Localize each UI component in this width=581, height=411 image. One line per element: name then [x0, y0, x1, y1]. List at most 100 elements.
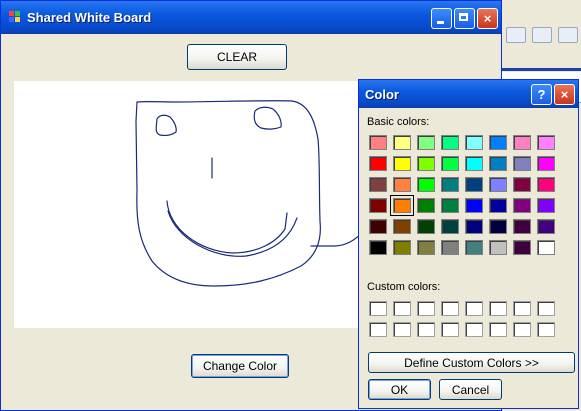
background-toolbar — [506, 20, 581, 50]
custom-color-swatch[interactable] — [369, 322, 387, 337]
custom-color-swatch[interactable] — [537, 301, 555, 316]
define-custom-colors-button[interactable]: Define Custom Colors >> — [368, 352, 575, 373]
basic-color-swatch[interactable] — [465, 135, 483, 150]
basic-color-swatch[interactable] — [513, 177, 531, 192]
basic-colors-grid — [369, 135, 555, 255]
basic-colors-label: Basic colors: — [367, 116, 430, 128]
basic-color-swatch[interactable] — [513, 135, 531, 150]
background-divider — [500, 68, 581, 71]
custom-color-swatch[interactable] — [393, 322, 411, 337]
basic-color-swatch[interactable] — [465, 177, 483, 192]
custom-color-swatch[interactable] — [441, 322, 459, 337]
basic-color-swatch[interactable] — [537, 219, 555, 234]
basic-color-swatch[interactable] — [441, 198, 459, 213]
basic-color-swatch[interactable] — [369, 177, 387, 192]
basic-color-swatch[interactable] — [369, 198, 387, 213]
help-icon: ? — [537, 87, 546, 102]
basic-color-swatch[interactable] — [489, 198, 507, 213]
basic-color-swatch[interactable] — [489, 135, 507, 150]
dialog-titlebar[interactable]: Color ? × — [359, 80, 578, 108]
close-button[interactable]: × — [477, 8, 498, 29]
help-button[interactable]: ? — [531, 84, 552, 105]
basic-color-swatch[interactable] — [465, 198, 483, 213]
right-eye-stroke — [253, 106, 282, 130]
toolbar-icon — [506, 27, 526, 43]
custom-color-swatch[interactable] — [369, 301, 387, 316]
basic-color-swatch[interactable] — [465, 219, 483, 234]
basic-color-swatch[interactable] — [369, 219, 387, 234]
basic-color-swatch[interactable] — [393, 135, 411, 150]
custom-colors-grid — [369, 301, 555, 337]
clear-button[interactable]: CLEAR — [187, 44, 287, 70]
left-eye-stroke — [155, 114, 177, 136]
custom-color-swatch[interactable] — [417, 322, 435, 337]
custom-color-swatch[interactable] — [465, 322, 483, 337]
mouth-outer-stroke — [166, 200, 288, 254]
basic-color-swatch[interactable] — [513, 198, 531, 213]
face-outline-stroke — [135, 100, 321, 287]
custom-color-swatch[interactable] — [513, 301, 531, 316]
drawing-canvas[interactable] — [14, 81, 365, 328]
basic-color-swatch[interactable] — [489, 240, 507, 255]
cancel-button[interactable]: Cancel — [439, 379, 502, 400]
maximize-button[interactable] — [454, 8, 475, 29]
custom-color-swatch[interactable] — [489, 322, 507, 337]
basic-color-swatch[interactable] — [417, 198, 435, 213]
minimize-icon — [432, 9, 451, 28]
basic-color-swatch[interactable] — [393, 156, 411, 171]
basic-color-swatch[interactable] — [441, 219, 459, 234]
close-icon: × — [560, 87, 569, 102]
basic-color-swatch[interactable] — [441, 240, 459, 255]
basic-color-swatch[interactable] — [537, 156, 555, 171]
custom-color-swatch[interactable] — [417, 301, 435, 316]
basic-color-swatch[interactable] — [393, 219, 411, 234]
toolbar-icon — [558, 27, 578, 43]
basic-color-swatch[interactable] — [513, 240, 531, 255]
custom-color-swatch[interactable] — [393, 301, 411, 316]
basic-color-swatch[interactable] — [441, 156, 459, 171]
basic-color-swatch[interactable] — [417, 156, 435, 171]
minimize-button[interactable] — [431, 8, 452, 29]
basic-color-swatch[interactable] — [390, 195, 414, 216]
custom-color-swatch[interactable] — [489, 301, 507, 316]
custom-color-swatch[interactable] — [465, 301, 483, 316]
custom-color-swatch[interactable] — [513, 322, 531, 337]
window-titlebar[interactable]: Shared White Board × — [1, 1, 501, 34]
basic-color-swatch[interactable] — [369, 240, 387, 255]
basic-color-swatch[interactable] — [537, 240, 555, 255]
basic-color-swatch[interactable] — [417, 240, 435, 255]
basic-color-swatch[interactable] — [441, 135, 459, 150]
basic-color-swatch[interactable] — [537, 198, 555, 213]
dialog-title: Color — [365, 87, 399, 102]
basic-color-swatch[interactable] — [393, 240, 411, 255]
basic-color-swatch[interactable] — [537, 135, 555, 150]
basic-color-swatch[interactable] — [465, 240, 483, 255]
basic-color-swatch[interactable] — [369, 156, 387, 171]
basic-color-swatch[interactable] — [393, 177, 411, 192]
basic-color-swatch[interactable] — [417, 177, 435, 192]
custom-color-swatch[interactable] — [441, 301, 459, 316]
basic-color-swatch[interactable] — [489, 219, 507, 234]
basic-color-swatch[interactable] — [441, 177, 459, 192]
basic-color-swatch[interactable] — [513, 156, 531, 171]
basic-color-swatch[interactable] — [513, 219, 531, 234]
color-dialog: Color ? × Basic colors: Custom colors: D… — [358, 79, 579, 409]
custom-colors-label: Custom colors: — [367, 281, 441, 293]
basic-color-swatch[interactable] — [489, 156, 507, 171]
maximize-icon — [455, 9, 474, 28]
basic-color-swatch[interactable] — [417, 219, 435, 234]
toolbar-icon — [532, 27, 552, 43]
custom-color-swatch[interactable] — [537, 322, 555, 337]
basic-color-swatch[interactable] — [537, 177, 555, 192]
change-color-button[interactable]: Change Color — [191, 354, 289, 378]
window-title: Shared White Board — [27, 10, 152, 25]
mouth-inner-stroke — [167, 210, 298, 257]
basic-color-swatch[interactable] — [489, 177, 507, 192]
ok-button[interactable]: OK — [368, 379, 431, 400]
app-icon — [9, 11, 20, 22]
basic-color-swatch[interactable] — [465, 156, 483, 171]
basic-color-swatch[interactable] — [417, 135, 435, 150]
close-icon: × — [483, 11, 492, 26]
basic-color-swatch[interactable] — [369, 135, 387, 150]
dialog-close-button[interactable]: × — [554, 84, 575, 105]
